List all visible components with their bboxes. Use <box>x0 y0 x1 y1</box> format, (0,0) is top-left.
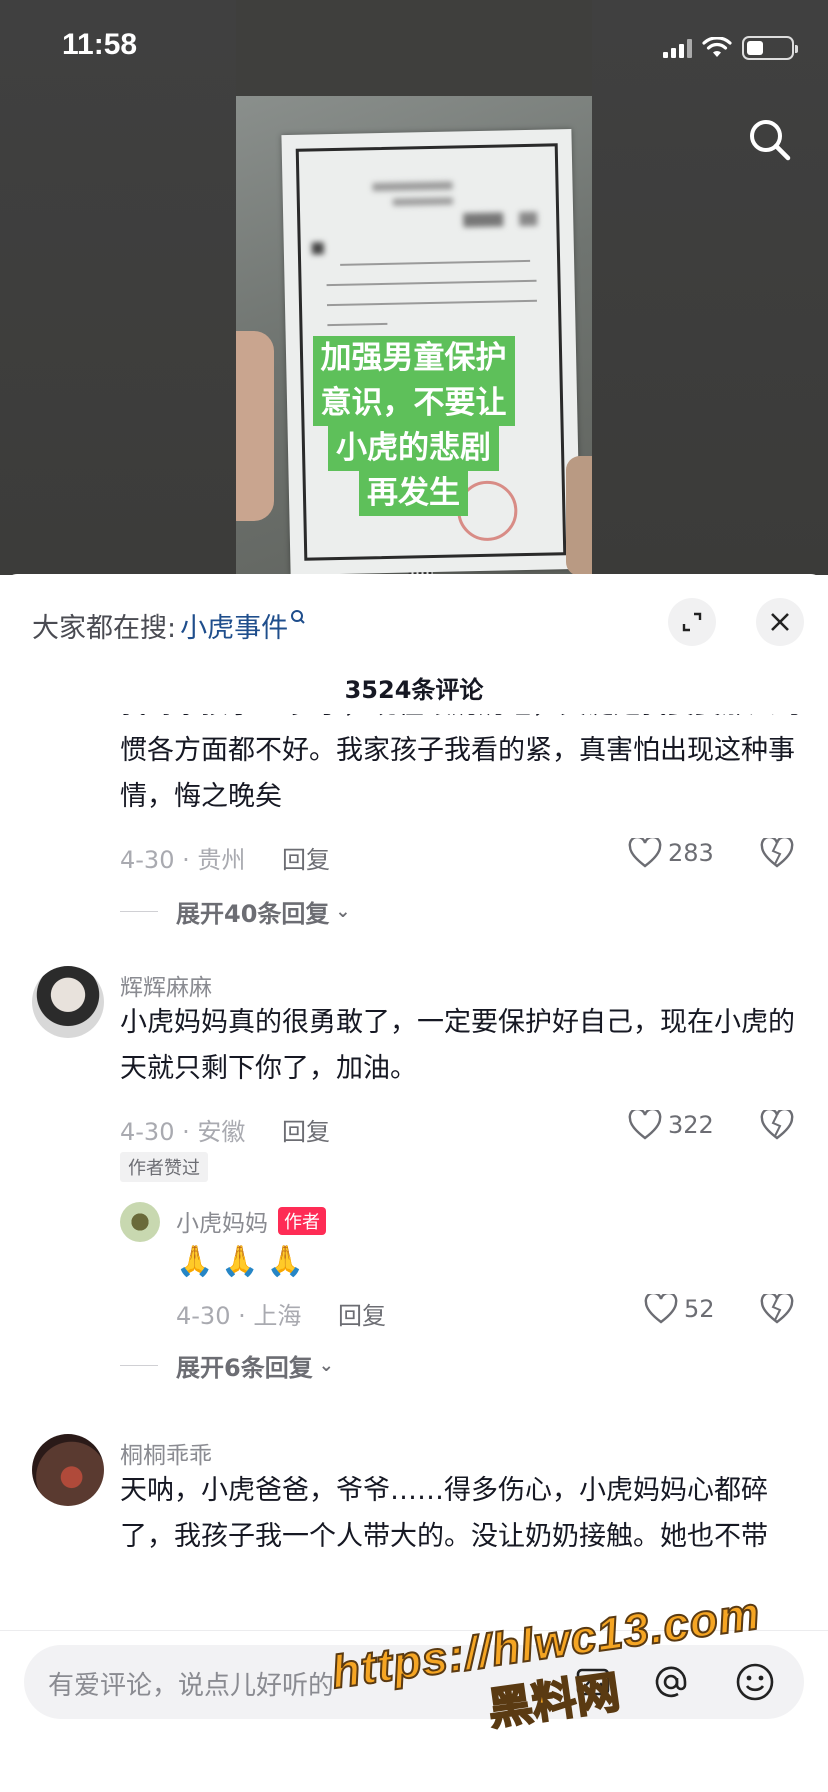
reply-button[interactable]: 回复 <box>338 1296 386 1331</box>
comment-count: 3524条评论 <box>344 676 484 704</box>
status-time: 11:58 <box>62 28 138 61</box>
comment-meta: 4-30 · 安徽 <box>120 1118 246 1146</box>
like-button[interactable]: 322 <box>628 1110 714 1140</box>
comment-input-placeholder: 有爱评论，说点儿好听的 <box>48 1671 335 1701</box>
author-tag: 作者 <box>278 1207 326 1235</box>
expand-button[interactable] <box>668 598 716 646</box>
battery-icon <box>742 36 798 60</box>
close-icon <box>771 613 789 631</box>
reply-text: 🙏🙏🙏 <box>176 1244 313 1279</box>
reply-button[interactable]: 回复 <box>282 840 330 875</box>
heart-icon <box>644 1294 678 1324</box>
trending-search[interactable]: 大家都在搜: 小虎事件 <box>32 606 306 645</box>
avatar[interactable] <box>32 966 104 1038</box>
caption-line: 加强男童保护 <box>312 336 515 381</box>
video-blur-left <box>0 0 236 575</box>
comment-text: 天呐，小虎爸爸，爷爷……得多伤心，小虎妈妈心都碎了，我孩子我一个人带大的。没让奶… <box>120 1475 768 1552</box>
caption-line: 小虎的悲剧 <box>328 426 499 471</box>
expand-replies-label: 展开6条回复 <box>176 1354 313 1382</box>
caption-line: 意识，不要让 <box>312 381 515 426</box>
hand-image <box>236 331 274 521</box>
dislike-icon[interactable] <box>760 838 794 868</box>
video-caption: 加强男童保护 意识，不要让 小虎的悲剧 再发生 <box>306 336 521 516</box>
reply-author-name: 小虎妈妈 <box>176 1211 268 1237</box>
expand-replies-label: 展开40条回复 <box>176 900 330 928</box>
like-button[interactable]: 283 <box>628 838 714 868</box>
chevron-down-icon: ⌄ <box>318 1355 334 1376</box>
sheet-header: 大家都在搜: 小虎事件 3524条评论 <box>0 574 828 714</box>
dislike-icon[interactable] <box>760 1294 794 1324</box>
expand-icon <box>682 612 702 632</box>
avatar[interactable] <box>120 1202 160 1242</box>
comment-meta: 4-30 · 上海 <box>176 1302 302 1330</box>
heart-icon <box>628 1110 662 1140</box>
reply-author[interactable]: 小虎妈妈 作者 <box>176 1204 326 1238</box>
caption-line: 再发生 <box>359 471 468 516</box>
comment-text: 小虎妈妈真的很勇敢了，一定要保护好自己，现在小虎的天就只剩下你了，加油。 <box>120 1007 795 1084</box>
comment-meta: 4-30 · 贵州 <box>120 846 246 874</box>
author-liked-badge: 作者赞过 <box>120 1152 208 1182</box>
expand-replies-button[interactable]: 展开40条回复 ⌄ <box>120 894 351 929</box>
wifi-icon <box>702 37 732 57</box>
signal-icon <box>663 38 692 58</box>
like-count: 283 <box>668 839 714 867</box>
reply-button[interactable]: 回复 <box>282 1112 330 1147</box>
video-blur-right <box>592 0 828 575</box>
like-count: 322 <box>668 1111 714 1139</box>
comment-author[interactable]: 辉辉麻麻 <box>120 968 212 1002</box>
search-small-icon <box>290 609 306 629</box>
avatar[interactable] <box>32 1434 104 1506</box>
close-button[interactable] <box>756 598 804 646</box>
heart-icon <box>628 838 662 868</box>
status-icons <box>663 36 798 60</box>
chevron-down-icon: ⌄ <box>335 901 351 922</box>
search-icon[interactable] <box>746 116 794 164</box>
trending-term-link[interactable]: 小虎事件 <box>180 606 288 645</box>
dislike-icon[interactable] <box>760 1110 794 1140</box>
comment-author[interactable]: 桐桐乖乖 <box>120 1436 212 1470</box>
like-count: 52 <box>684 1295 715 1323</box>
video-player[interactable]: 加强男童保护 意识，不要让 小虎的悲剧 再发生 11:58 <box>0 0 828 575</box>
like-button[interactable]: 52 <box>644 1294 715 1324</box>
trending-prefix: 大家都在搜: <box>32 613 177 644</box>
expand-replies-button[interactable]: 展开6条回复 ⌄ <box>120 1348 334 1383</box>
